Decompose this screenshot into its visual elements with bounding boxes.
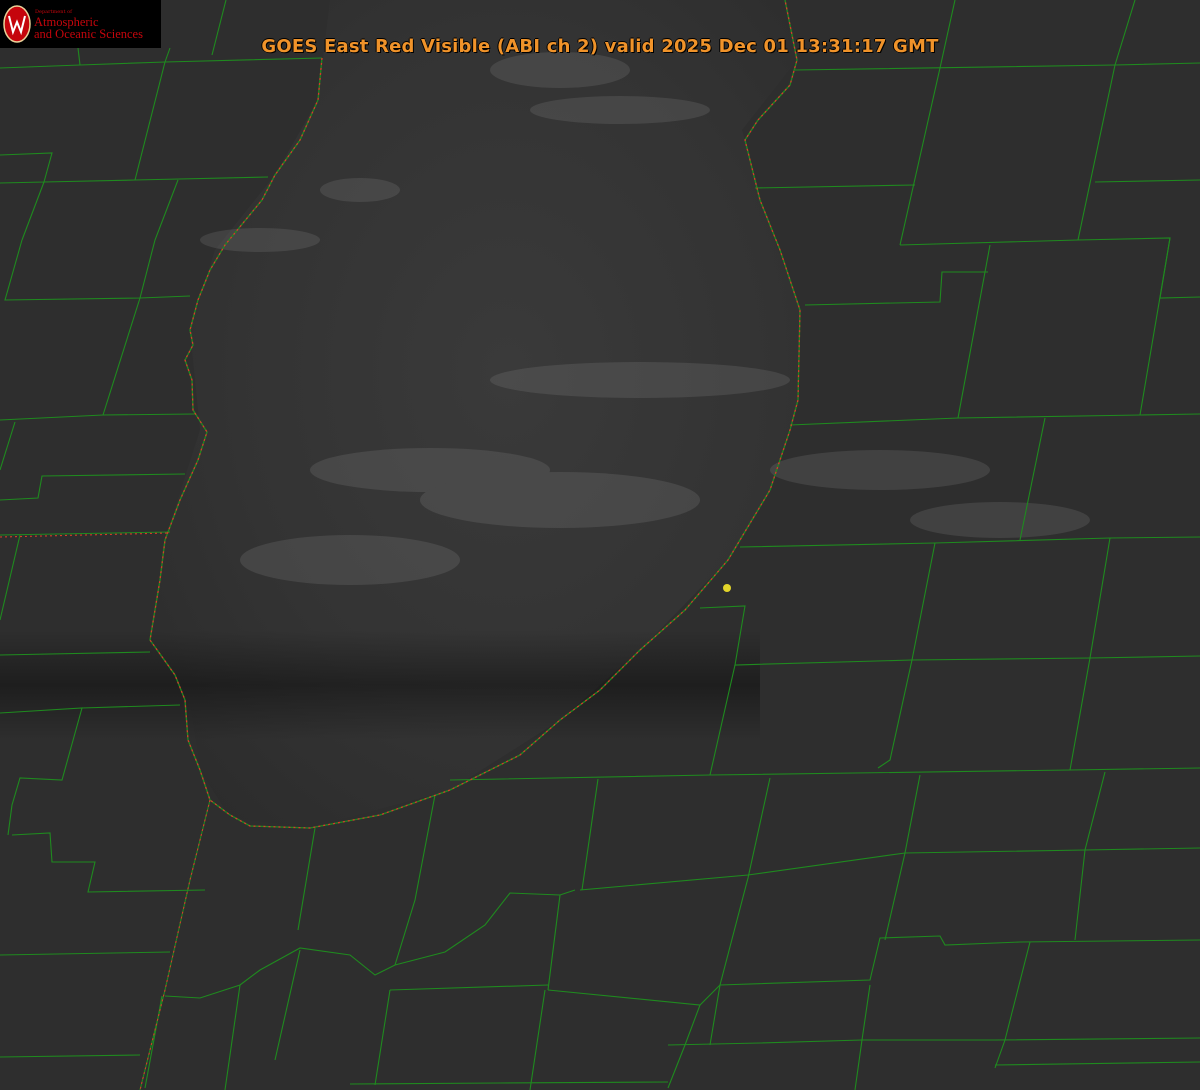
satellite-map: [0, 0, 1200, 1090]
image-title: GOES East Red Visible (ABI ch 2) valid 2…: [261, 36, 939, 57]
location-marker: [723, 584, 731, 592]
satellite-image-viewer: Department of Atmospheric and Oceanic Sc…: [0, 0, 1200, 1090]
dark-shadow-band: [0, 630, 760, 740]
